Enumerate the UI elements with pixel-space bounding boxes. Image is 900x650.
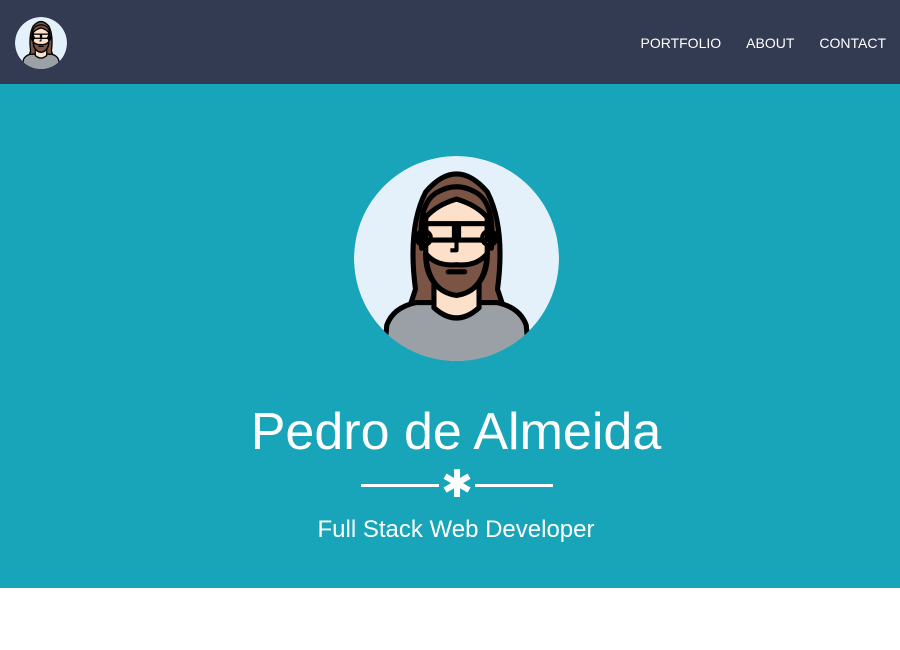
nav-links: PORTFOLIO ABOUT CONTACT bbox=[615, 0, 886, 86]
navbar: PORTFOLIO ABOUT CONTACT bbox=[0, 0, 900, 84]
hero-avatar-icon bbox=[354, 156, 559, 361]
hero-section: Pedro de Almeida ✱ Full Stack Web Develo… bbox=[0, 84, 900, 588]
hero-subtitle: Full Stack Web Developer bbox=[317, 516, 595, 543]
divider-line-right bbox=[475, 484, 553, 487]
nav-link-contact[interactable]: CONTACT bbox=[819, 35, 886, 51]
nav-link-about[interactable]: ABOUT bbox=[746, 35, 794, 51]
nav-link-portfolio[interactable]: PORTFOLIO bbox=[640, 35, 721, 51]
nav-avatar-icon[interactable] bbox=[15, 17, 67, 69]
hero-divider: ✱ bbox=[361, 464, 553, 504]
content-area bbox=[0, 588, 900, 650]
asterisk-star-icon: ✱ bbox=[441, 462, 473, 506]
hero-name: Pedro de Almeida bbox=[250, 403, 662, 461]
divider-line-left bbox=[361, 484, 439, 487]
